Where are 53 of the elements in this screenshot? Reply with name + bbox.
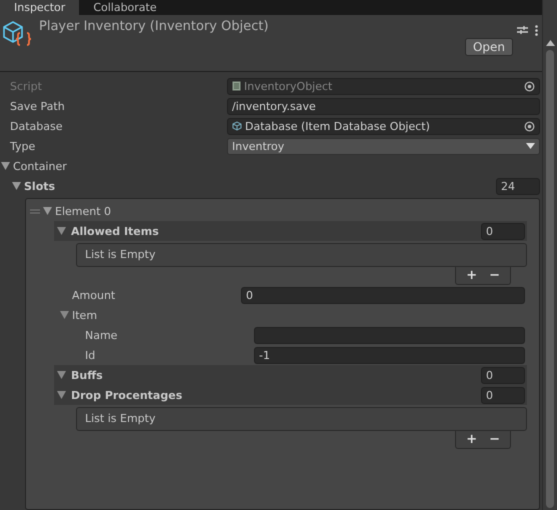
list-size-field[interactable]: 0	[481, 222, 525, 240]
text-field[interactable]: -1	[254, 346, 525, 364]
foldout-arrow-icon[interactable]	[57, 227, 66, 235]
field-label: Script	[9, 80, 43, 92]
dropdown-caret-icon	[526, 143, 535, 149]
object-field[interactable]: Database (Item Database Object)	[227, 118, 540, 134]
sliders-icon[interactable]	[517, 25, 528, 35]
drag-handle-icon[interactable]	[30, 208, 40, 214]
field-label: Save Path	[9, 100, 66, 112]
remove-button[interactable]: −	[489, 268, 500, 283]
foldout-arrow-icon[interactable]	[60, 311, 69, 319]
field-label: Id	[84, 348, 96, 362]
more-options-icon[interactable]	[535, 25, 538, 36]
text-field[interactable]	[254, 326, 525, 344]
foldout-arrow-icon[interactable]	[1, 162, 10, 170]
list-size-field[interactable]: 0	[481, 366, 525, 384]
text-field[interactable]: /inventory.save	[227, 98, 540, 114]
number-field[interactable]: 0	[241, 286, 525, 304]
list-label[interactable]: Allowed Items	[71, 224, 476, 238]
open-button[interactable]: Open	[464, 38, 513, 56]
foldout-arrow-icon[interactable]	[57, 371, 66, 379]
element-label[interactable]: Element 0	[55, 204, 112, 218]
list-empty-message: List is Empty	[76, 407, 527, 431]
foldout-label[interactable]: Item	[72, 308, 98, 322]
object-picker-icon[interactable]	[524, 120, 535, 132]
object-picker-icon[interactable]	[524, 80, 535, 92]
add-button[interactable]: +	[466, 432, 478, 447]
foldout-label[interactable]: Container	[13, 160, 67, 172]
list-empty-message: List is Empty	[76, 243, 527, 267]
list-label[interactable]: Slots	[24, 180, 493, 192]
tab[interactable]: Inspector	[0, 0, 80, 15]
object-title: Player Inventory (Inventory Object)	[38, 19, 270, 34]
cube-script-icon	[2, 19, 32, 49]
script-file-icon	[232, 81, 241, 91]
add-button[interactable]: +	[466, 268, 478, 283]
field-label: Amount	[71, 288, 116, 302]
tab[interactable]: Collaborate	[79, 0, 171, 15]
foldout-arrow-icon[interactable]	[12, 182, 21, 190]
list-size-field[interactable]: 24	[496, 178, 540, 194]
remove-button[interactable]: −	[489, 432, 500, 447]
cube-icon	[232, 121, 242, 131]
foldout-arrow-icon[interactable]	[43, 207, 52, 215]
list-label[interactable]: Drop Procentages	[71, 388, 476, 402]
type-dropdown[interactable]: Inventroy	[227, 138, 540, 154]
scrollbar[interactable]	[542, 0, 557, 510]
field-label: Name	[84, 328, 118, 342]
scrollbar-thumb[interactable]	[546, 50, 554, 508]
field-label: Type	[9, 140, 36, 152]
field-label: Database	[9, 120, 64, 132]
list-label[interactable]: Buffs	[71, 368, 476, 382]
scroll-up-icon[interactable]	[546, 40, 554, 46]
list-size-field[interactable]: 0	[481, 386, 525, 404]
foldout-arrow-icon[interactable]	[57, 391, 66, 399]
